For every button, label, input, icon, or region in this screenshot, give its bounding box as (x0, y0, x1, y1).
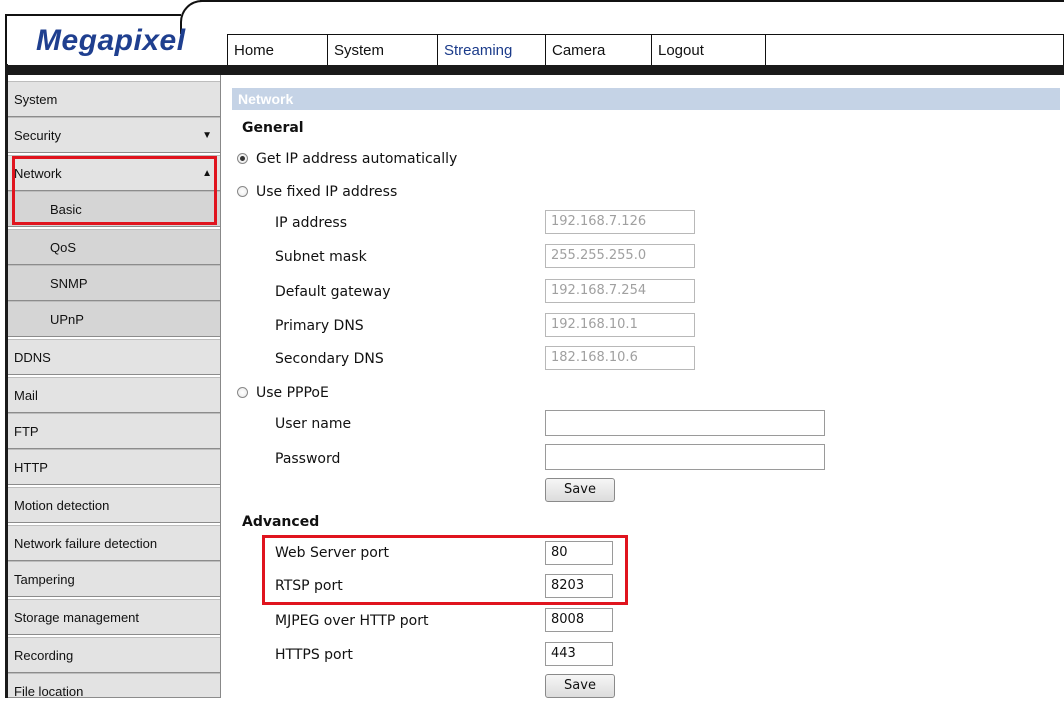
sidebar-subitem-qos[interactable]: QoS (8, 229, 220, 265)
mjpeg-port-label: MJPEG over HTTP port (275, 613, 429, 629)
mjpeg-port-field[interactable]: 8008 (545, 608, 613, 632)
logo-tab-top (5, 14, 181, 16)
sidebar-item-http[interactable]: HTTP (8, 449, 220, 485)
sidebar-subitem-upnp[interactable]: UPnP (8, 301, 220, 337)
https-port-label: HTTPS port (275, 647, 353, 663)
header-divider (5, 65, 1064, 75)
password-label: Password (275, 451, 341, 467)
sidebar-item-label: Storage management (14, 610, 140, 625)
pppoe-label: Use PPPoE (256, 385, 329, 401)
primary-dns-field[interactable]: 192.168.10.1 (545, 313, 695, 337)
header-tab-curve (180, 0, 222, 34)
radio-pppoe[interactable] (237, 387, 248, 398)
sidebar-item-label: SNMP (50, 276, 88, 291)
sidebar-item-label: Security (14, 128, 61, 143)
menu-streaming[interactable]: Streaming (438, 35, 546, 66)
auto-ip-label: Get IP address automatically (256, 151, 458, 167)
sidebar-item-ddns[interactable]: DDNS (8, 339, 220, 375)
secondary-dns-field[interactable]: 182.168.10.6 (545, 346, 695, 370)
sidebar-item-label: Motion detection (14, 498, 110, 513)
password-field[interactable] (545, 444, 825, 470)
radio-fixed-ip[interactable] (237, 186, 248, 197)
sidebar-item-motion-detection[interactable]: Motion detection (8, 487, 220, 523)
menu-home[interactable]: Home (228, 35, 328, 66)
general-heading: General (242, 120, 304, 136)
sidebar-subitem-snmp[interactable]: SNMP (8, 265, 220, 301)
sidebar-item-system[interactable]: System (8, 81, 220, 117)
sidebar-item-mail[interactable]: Mail (8, 377, 220, 413)
sidebar-item-label: Network failure detection (14, 536, 158, 551)
primary-dns-label: Primary DNS (275, 318, 364, 334)
fixed-ip-label: Use fixed IP address (256, 184, 398, 200)
sidebar-item-tampering[interactable]: Tampering (8, 561, 220, 597)
secondary-dns-label: Secondary DNS (275, 351, 384, 367)
sidebar-item-network-failure-detection[interactable]: Network failure detection (8, 525, 220, 561)
subnet-mask-field[interactable]: 255.255.255.0 (545, 244, 695, 268)
logo-tab-left (5, 14, 7, 66)
sidebar-item-label: File location (14, 684, 84, 699)
user-name-label: User name (275, 416, 352, 432)
page-title: Network (232, 88, 1060, 110)
sidebar-item-storage-management[interactable]: Storage management (8, 599, 220, 635)
sidebar-divider (220, 75, 229, 698)
ip-address-field[interactable]: 192.168.7.126 (545, 210, 695, 234)
sidebar-item-file-location[interactable]: File location (8, 673, 220, 699)
sidebar-item-label: QoS (50, 240, 77, 255)
sidebar-item-label: HTTP (14, 460, 48, 475)
chevron-down-icon: ▼ (202, 130, 212, 141)
sidebar-item-label: System (14, 92, 58, 107)
subnet-mask-label: Subnet mask (275, 249, 367, 265)
default-gateway-label: Default gateway (275, 284, 391, 300)
sidebar-item-ftp[interactable]: FTP (8, 413, 220, 449)
save-button-advanced[interactable]: Save (545, 674, 615, 698)
header-top-line (200, 0, 1064, 2)
logo: Megapixel (36, 24, 186, 57)
default-gateway-field[interactable]: 192.168.7.254 (545, 279, 695, 303)
sidebar-item-label: FTP (14, 424, 39, 439)
menu-logout[interactable]: Logout (652, 35, 766, 66)
sidebar-item-recording[interactable]: Recording (8, 637, 220, 673)
advanced-heading: Advanced (242, 514, 320, 530)
radio-auto-ip[interactable] (237, 153, 248, 164)
sidebar-item-label: DDNS (14, 350, 51, 365)
highlight-network-basic (12, 156, 217, 225)
menu-camera[interactable]: Camera (546, 35, 652, 66)
sidebar-item-security[interactable]: Security ▼ (8, 117, 220, 153)
user-name-field[interactable] (545, 410, 825, 436)
sidebar-item-label: UPnP (50, 312, 84, 327)
menu-system[interactable]: System (328, 35, 438, 66)
save-button-general[interactable]: Save (545, 478, 615, 502)
https-port-field[interactable]: 443 (545, 642, 613, 666)
highlight-ports (262, 535, 628, 605)
sidebar-item-label: Tampering (14, 572, 75, 587)
top-menu-bar: Home System Streaming Camera Logout (227, 34, 1064, 67)
sidebar-item-label: Mail (14, 388, 38, 403)
ip-address-label: IP address (275, 215, 348, 231)
sidebar-item-label: Recording (14, 648, 74, 663)
